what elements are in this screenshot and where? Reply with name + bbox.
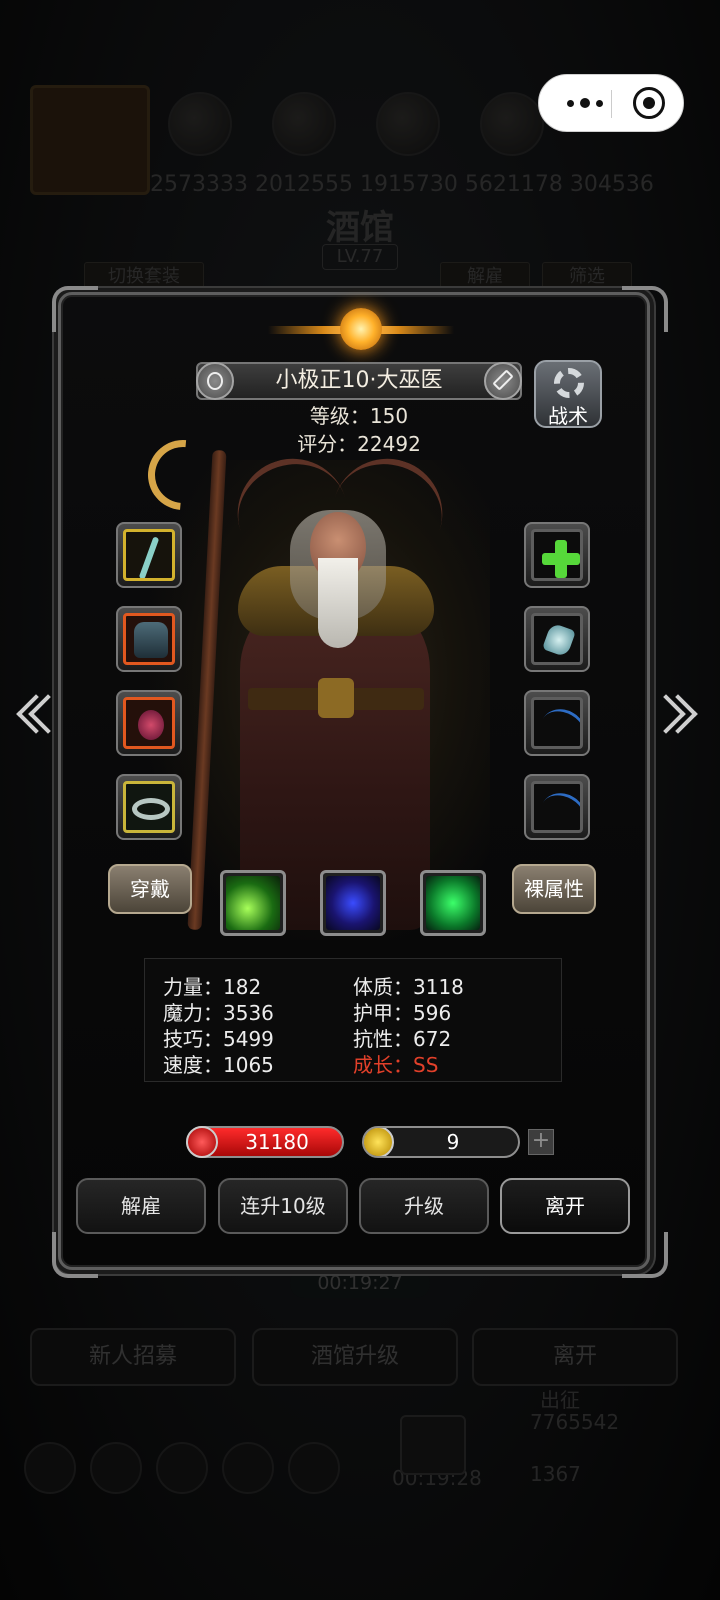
previous-hero-arrow-icon[interactable] — [10, 686, 68, 750]
ring-icon — [132, 798, 170, 820]
stat-skill: 技巧：5499 — [163, 1027, 274, 1051]
skill-slot-3[interactable] — [420, 870, 486, 936]
stat-strength: 力量：182 — [163, 975, 262, 999]
equip-slot-armor[interactable] — [116, 606, 182, 672]
stat-magic: 魔力：3536 — [163, 1001, 274, 1025]
hero-stats-panel: 力量：182 体质：3118 魔力：3536 护甲：596 技巧：5499 抗性… — [144, 958, 562, 1082]
armor-icon — [134, 622, 168, 658]
arc-icon — [534, 785, 580, 830]
more-options-icon[interactable] — [557, 75, 613, 131]
level-up-button[interactable]: 升级 — [359, 1178, 489, 1234]
accessory-slot-2[interactable] — [524, 774, 590, 840]
medal-icon[interactable] — [196, 362, 234, 400]
add-energy-button[interactable]: + — [528, 1129, 554, 1155]
accessory-slot-1[interactable] — [524, 690, 590, 756]
miniprogram-capsule — [538, 74, 684, 132]
gem-icon — [541, 622, 577, 658]
lightning-icon — [364, 1128, 394, 1156]
equip-slot-weapon[interactable] — [116, 522, 182, 588]
frame-corner — [52, 286, 98, 332]
stat-growth: 成长：SS — [353, 1053, 439, 1077]
gear-icon — [554, 368, 584, 398]
staff-icon — [138, 536, 160, 578]
tactics-label: 战术 — [548, 404, 588, 428]
hero-score: 评分：22492 — [297, 432, 421, 456]
amulet-icon — [138, 710, 164, 740]
close-miniprogram-icon[interactable] — [633, 87, 665, 119]
edit-name-icon[interactable] — [484, 362, 522, 400]
dismiss-hero-button[interactable]: 解雇 — [76, 1178, 206, 1234]
tactics-button[interactable]: 战术 — [534, 360, 602, 428]
skill-slot-1[interactable] — [220, 870, 286, 936]
frame-corner — [622, 1232, 668, 1278]
stat-constitution: 体质：3118 — [353, 975, 464, 999]
stat-resistance: 抗性：672 — [353, 1027, 452, 1051]
level-up-10-button[interactable]: 连升10级 — [218, 1178, 348, 1234]
hero-name-bar: 小极正10·大巫医 — [196, 362, 522, 400]
skill-slot-2[interactable] — [320, 870, 386, 936]
frame-corner — [622, 286, 668, 332]
equip-slot-ring[interactable] — [116, 774, 182, 840]
energy-bar: 9 — [362, 1126, 520, 1158]
add-slot-button[interactable] — [524, 522, 590, 588]
accessory-slot-gem[interactable] — [524, 606, 590, 672]
hp-value: 31180 — [245, 1130, 309, 1154]
leave-button[interactable]: 离开 — [500, 1178, 630, 1234]
equip-slot-amulet[interactable] — [116, 690, 182, 756]
hero-name: 小极正10·大巫医 — [275, 368, 443, 393]
stat-speed: 速度：1065 — [163, 1053, 274, 1077]
wear-button[interactable]: 穿戴 — [108, 864, 192, 914]
energy-value: 9 — [446, 1130, 460, 1154]
hero-level: 等级：150 — [309, 404, 409, 428]
heart-icon — [186, 1126, 218, 1158]
blue-shadow-skill-icon — [326, 876, 380, 930]
hp-bar: 31180 — [186, 1126, 344, 1158]
base-attributes-button[interactable]: 裸属性 — [512, 864, 596, 914]
stat-armor: 护甲：596 — [353, 1001, 452, 1025]
sun-emblem-icon — [268, 298, 454, 362]
green-cross-skill-icon — [426, 876, 480, 930]
arc-icon — [534, 701, 580, 746]
green-strike-skill-icon — [226, 876, 280, 930]
next-hero-arrow-icon[interactable] — [646, 686, 698, 750]
frame-corner — [52, 1232, 98, 1278]
